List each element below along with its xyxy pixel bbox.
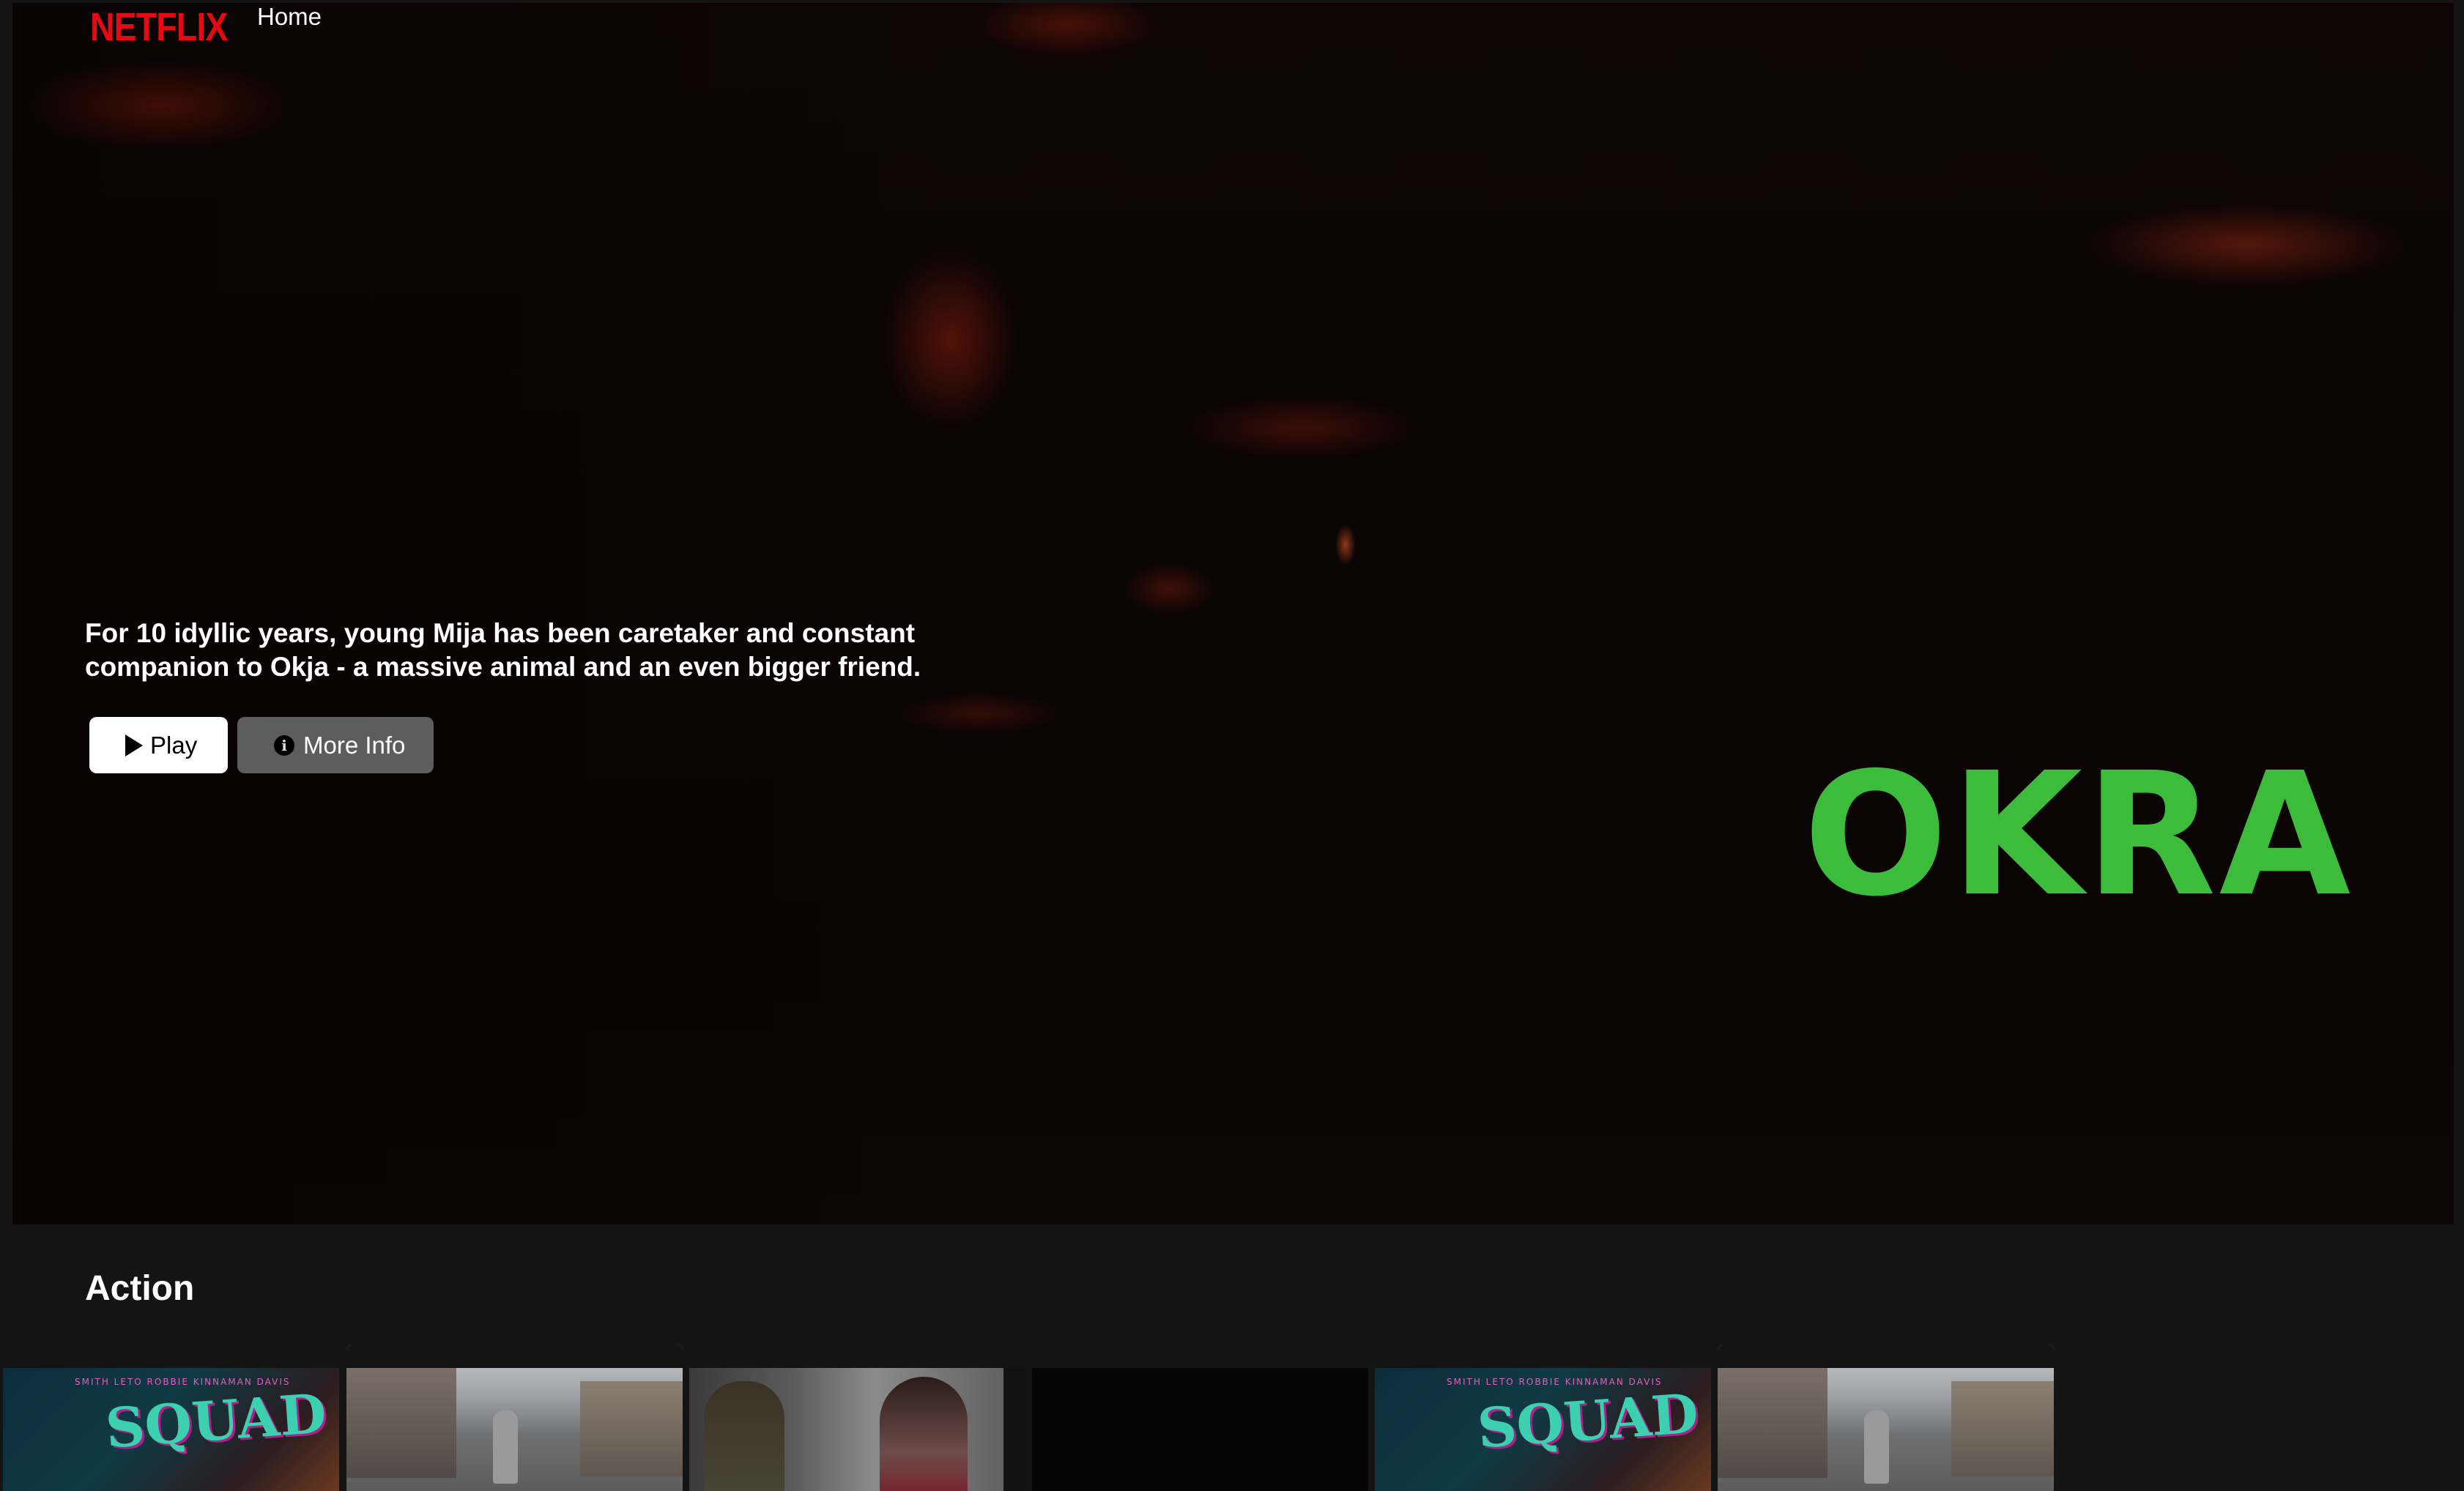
tile-topbar: [689, 1345, 1025, 1368]
play-button[interactable]: Play: [89, 717, 228, 773]
tile-scene-house: [1718, 1368, 1827, 1478]
row-tile[interactable]: SMITH LETO ROBBIE KINNAMAN DAVIS SQUAD: [3, 1345, 339, 1491]
info-icon: i: [274, 735, 294, 756]
poster-credits: SMITH LETO ROBBIE KINNAMAN DAVIS: [1447, 1377, 1663, 1387]
tile-scene-edge: [1003, 1368, 1025, 1491]
poster-credits: SMITH LETO ROBBIE KINNAMAN DAVIS: [75, 1377, 291, 1387]
tile-topbar: [1375, 1345, 1711, 1368]
tile-scene-figure: [493, 1410, 518, 1484]
row-tile[interactable]: SMITH LETO ROBBIE KINNAMAN DAVIS SQUAD: [1375, 1345, 1711, 1491]
play-icon: [125, 734, 143, 756]
hero-description: For 10 idyllic years, young Mija has bee…: [85, 618, 921, 682]
tile-scene-house: [1951, 1381, 2054, 1476]
tile-scene-house: [346, 1368, 456, 1478]
hero-vignette: [12, 3, 2454, 1224]
action-row: SMITH LETO ROBBIE KINNAMAN DAVIS SQUAD S…: [3, 1345, 2061, 1491]
poster-logo-art: SQUAD: [1475, 1382, 1701, 1461]
row-tile[interactable]: [1718, 1345, 2054, 1491]
tile-topbar: [346, 1345, 683, 1368]
row-tile[interactable]: [689, 1345, 1025, 1491]
nav-home-link[interactable]: Home: [257, 3, 322, 31]
top-nav: NETFLIX Home: [0, 0, 2464, 51]
tile-scene-figure: [880, 1377, 968, 1491]
poster-logo-art: SQUAD: [103, 1382, 329, 1461]
row-tile[interactable]: [1032, 1345, 1368, 1491]
hero-title-card: OKRA: [1803, 736, 2354, 934]
row-tile[interactable]: [346, 1345, 683, 1491]
tile-topbar: [3, 1345, 339, 1368]
hero-billboard: [12, 3, 2454, 1224]
play-label: Play: [150, 731, 198, 759]
tile-scene-house: [580, 1381, 683, 1476]
row-title: Action: [85, 1269, 195, 1308]
netflix-browse-page: NETFLIX Home For 10 idyllic years, young…: [0, 0, 2464, 1491]
tile-scene-figure: [1864, 1410, 1889, 1484]
tile-topbar: [1032, 1345, 1368, 1368]
tile-scene-figure: [704, 1381, 784, 1491]
netflix-logo[interactable]: NETFLIX: [90, 4, 228, 50]
more-info-label: More Info: [303, 731, 406, 759]
tile-topbar: [1718, 1345, 2054, 1368]
more-info-button[interactable]: i More Info: [237, 717, 434, 773]
